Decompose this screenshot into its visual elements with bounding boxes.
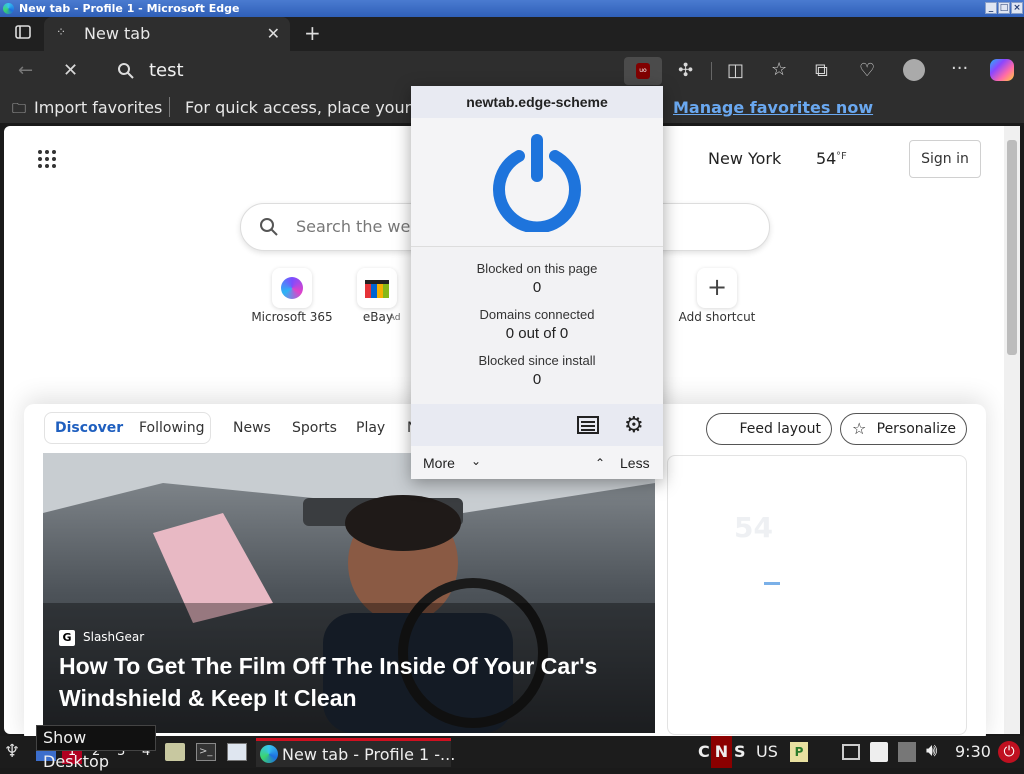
shortcut-ebay[interactable] [357,268,397,308]
window-titlebar: New tab - Profile 1 - Microsoft Edge _ □… [0,0,1024,17]
loading-spinner-icon: ⁘ [56,25,67,39]
side-card-temp: 54 [734,511,773,544]
taskbar-window-button[interactable]: New tab - Profile 1 -... [256,738,455,767]
stat-label-blocked-page: Blocked on this page [476,261,598,276]
eject-icon[interactable] [898,742,916,762]
weather-side-card[interactable]: 54 [667,455,967,735]
microsoft-365-icon [281,277,303,299]
text-editor-icon[interactable] [227,743,247,761]
stat-value-since-install: 0 [532,371,542,388]
web-search-icon [259,217,279,241]
extensions-icon[interactable]: ✣ [678,60,693,81]
less-button[interactable]: Less [620,455,650,471]
nav-sports[interactable]: Sports [292,420,337,436]
favorites-star-icon[interactable]: ☆ [771,59,787,80]
apps-launcher-icon[interactable] [38,150,58,170]
power-switch-icon[interactable] [489,132,585,232]
network-icon[interactable] [842,744,860,760]
volume-icon[interactable]: 🔊︎ [926,740,937,761]
article-source: SlashGear [83,630,145,644]
edge-taskbar-icon [260,745,278,763]
tab-discover[interactable]: Discover [55,420,123,436]
keyboard-layout[interactable]: US [756,742,778,761]
nav-news[interactable]: News [233,420,271,436]
import-favorites-button[interactable]: Import favorites [34,98,162,117]
logger-icon[interactable] [577,416,599,434]
nav-play[interactable]: Play [356,420,385,436]
caps-lock-indicator: C [698,742,710,761]
ublock-popup: newtab.edge-scheme Blocked on this page … [411,86,663,479]
tab-actions-icon [15,25,31,39]
web-search-placeholder: Search the web [296,217,421,236]
slashgear-logo-icon: G [59,630,75,646]
ad-badge: · Ad [383,313,401,323]
toolbar-divider [711,62,712,80]
num-lock-indicator: N [711,736,732,768]
scroll-lock-indicator: S [734,742,746,761]
stat-label-domains: Domains connected [479,307,595,322]
ublock-shield-icon: uo [636,63,650,79]
ublock-extension-button[interactable]: uo [624,57,662,85]
search-icon [117,62,135,84]
show-desktop-tooltip: Show Desktop [36,725,156,771]
clock-time[interactable]: 9:30 [955,742,991,761]
split-screen-icon[interactable]: ◫ [727,60,744,81]
ublock-hostname: newtab.edge-scheme [411,86,663,118]
ebay-bag-icon [365,280,389,298]
shortcut-microsoft-365[interactable] [272,268,312,308]
tab-new-tab[interactable]: ⁘ New tab ✕ [44,17,290,51]
feed-layout-button[interactable]: Feed layout [706,413,832,445]
taskbar-window-title: New tab - Profile 1 -... [282,745,456,764]
maximize-button[interactable]: □ [998,2,1010,14]
dashboard-gears-icon[interactable]: ⚙ [624,412,644,438]
browser-essentials-icon[interactable]: ♡ [859,60,875,81]
favorites-bar-hint: For quick access, place your fa [185,98,432,117]
close-window-button[interactable]: × [1011,2,1023,14]
terminal-icon[interactable]: >_ [196,743,216,761]
more-button[interactable]: More [423,455,455,471]
favbar-divider [169,97,170,117]
collections-icon[interactable]: ⧉ [815,60,828,81]
less-chevron-icon: ⌃ [595,456,606,470]
edge-logo-icon [3,3,14,14]
back-button[interactable]: ← [18,60,33,81]
import-folder-icon: 🗀 [12,101,26,117]
scrollbar-thumb[interactable] [1007,140,1017,355]
more-chevron-icon: ⌄ [471,454,482,468]
stop-loading-button[interactable]: ✕ [63,60,78,81]
manage-favorites-link[interactable]: Manage favorites now [673,98,873,117]
tab-title: New tab [84,24,151,43]
tab-following[interactable]: Following [139,420,205,436]
loading-bar [764,582,780,585]
weather-temp[interactable]: 54 [816,149,836,168]
power-icon[interactable]: ⏻ [998,741,1020,763]
stat-value-domains: 0 out of 0 [505,325,569,342]
clipboard-icon[interactable]: P [790,742,808,762]
notes-icon[interactable] [870,742,888,762]
file-manager-icon[interactable] [165,743,185,761]
start-menu-icon[interactable]: ♆ [4,741,20,762]
stat-value-blocked-page: 0 [532,279,542,296]
stat-label-since-install: Blocked since install [478,353,596,368]
settings-more-icon[interactable]: ··· [951,58,968,79]
weather-city[interactable]: New York [708,149,781,168]
personalize-sparkle-icon: ☆ [852,419,867,438]
tab-actions-button[interactable] [14,23,32,45]
weather-unit: °F [836,151,847,162]
window-title: New tab - Profile 1 - Microsoft Edge [19,2,240,15]
shortcut-label-add: Add shortcut [678,310,756,324]
add-shortcut-button[interactable]: + [697,268,737,308]
profile-avatar[interactable] [903,59,925,81]
copilot-icon[interactable] [990,59,1014,81]
address-bar-input[interactable]: test [149,60,184,81]
minimize-button[interactable]: _ [985,2,997,14]
new-tab-button[interactable]: + [304,21,321,45]
article-headline[interactable]: How To Get The Film Off The Inside Of Yo… [59,650,644,714]
shortcut-label-microsoft-365: Microsoft 365 [251,310,333,324]
sign-in-button[interactable]: Sign in [909,140,981,178]
tab-close-button[interactable]: ✕ [267,24,280,43]
